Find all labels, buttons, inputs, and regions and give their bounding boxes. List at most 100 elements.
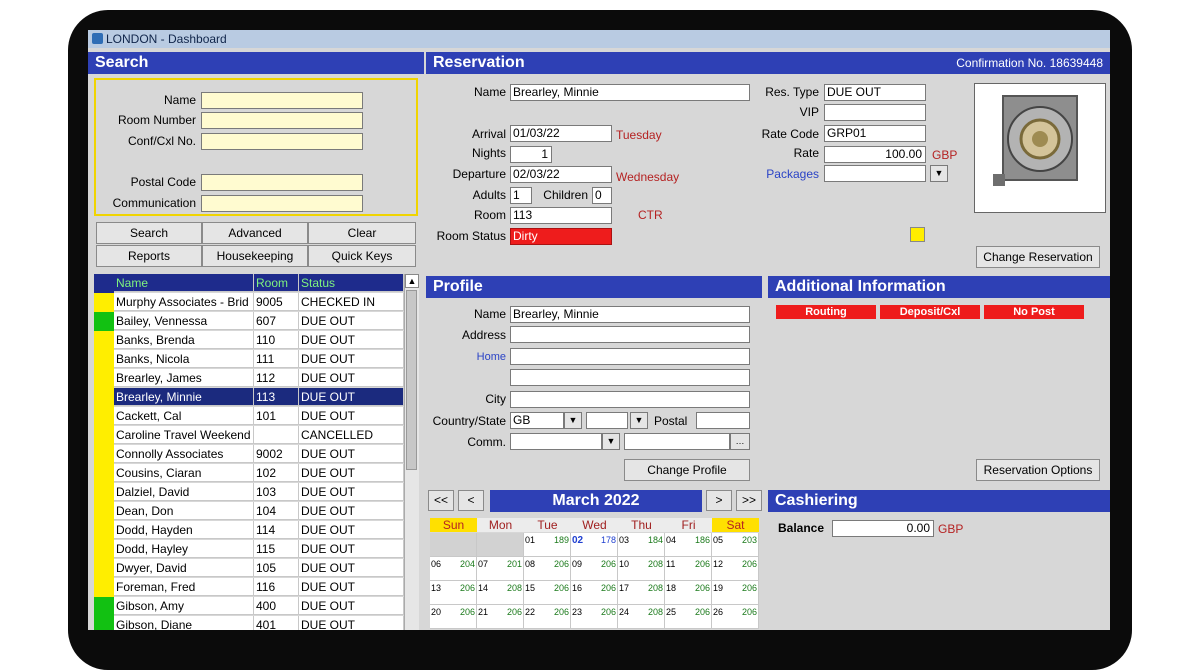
departure-field[interactable]: 02/03/22 xyxy=(510,166,612,183)
rate-code-field[interactable]: GRP01 xyxy=(824,125,926,142)
calendar-first-button[interactable]: << xyxy=(428,490,454,511)
table-row[interactable]: Banks, Brenda 110 DUE OUT xyxy=(94,331,404,350)
packages-label[interactable]: Packages xyxy=(744,167,819,181)
table-row[interactable]: Dodd, Hayley 115 DUE OUT xyxy=(94,540,404,559)
table-row[interactable]: Foreman, Fred 116 DUE OUT xyxy=(94,578,404,597)
packages-field[interactable] xyxy=(824,165,926,182)
reservation-options-button[interactable]: Reservation Options xyxy=(976,459,1100,481)
balance-field[interactable]: 0.00 xyxy=(832,520,934,537)
calendar-day-cell[interactable]: 03 184 xyxy=(618,533,665,557)
packages-dropdown-icon[interactable]: ▼ xyxy=(930,165,948,182)
state-dropdown-icon[interactable]: ▼ xyxy=(630,412,648,429)
postal-field[interactable] xyxy=(696,412,750,429)
calendar-day-cell[interactable]: 19 206 xyxy=(712,581,759,605)
state-field[interactable] xyxy=(586,412,628,429)
calendar-day-cell[interactable]: 06 204 xyxy=(430,557,477,581)
calendar-last-button[interactable]: >> xyxy=(736,490,762,511)
table-row[interactable]: Gibson, Diane 401 DUE OUT xyxy=(94,616,404,630)
table-row[interactable]: Cousins, Ciaran 102 DUE OUT xyxy=(94,464,404,483)
table-row[interactable]: Brearley, James 112 DUE OUT xyxy=(94,369,404,388)
deposit-cxl-tag[interactable]: Deposit/Cxl xyxy=(880,305,980,319)
calendar-day-cell[interactable]: 07 201 xyxy=(477,557,524,581)
calendar-day-cell[interactable]: 25 206 xyxy=(665,605,712,629)
calendar-day-cell[interactable]: 02 178 xyxy=(571,533,618,557)
calendar-day-cell[interactable]: 17 208 xyxy=(618,581,665,605)
home-label[interactable]: Home xyxy=(426,351,506,363)
address-line-2[interactable] xyxy=(510,348,750,365)
communication-input[interactable] xyxy=(201,195,363,212)
calendar-prev-button[interactable]: < xyxy=(458,490,484,511)
table-row[interactable]: Dwyer, David 105 DUE OUT xyxy=(94,559,404,578)
change-reservation-button[interactable]: Change Reservation xyxy=(976,246,1100,268)
table-scrollbar[interactable]: ▲ xyxy=(404,274,419,630)
table-row[interactable]: Cackett, Cal 101 DUE OUT xyxy=(94,407,404,426)
routing-tag[interactable]: Routing xyxy=(776,305,876,319)
reports-button[interactable]: Reports xyxy=(96,245,202,267)
calendar-day-cell[interactable]: 01 189 xyxy=(524,533,571,557)
advanced-button[interactable]: Advanced xyxy=(202,222,308,244)
quick-keys-button[interactable]: Quick Keys xyxy=(308,245,416,267)
calendar-day-cell[interactable]: 13 206 xyxy=(430,581,477,605)
scroll-up-icon[interactable]: ▲ xyxy=(405,274,419,288)
rate-field[interactable]: 100.00 xyxy=(824,146,926,163)
search-name-input[interactable] xyxy=(201,92,363,109)
room-number-input[interactable] xyxy=(201,112,363,129)
calendar-day-cell[interactable]: 21 206 xyxy=(477,605,524,629)
column-status[interactable]: Status xyxy=(299,274,404,292)
country-field[interactable]: GB xyxy=(510,412,564,429)
table-row[interactable]: Murphy Associates - Brid 9005 CHECKED IN xyxy=(94,293,404,312)
calendar-day-cell[interactable]: 15 206 xyxy=(524,581,571,605)
address-line-1[interactable] xyxy=(510,326,750,343)
children-field[interactable]: 0 xyxy=(592,187,612,204)
table-row[interactable]: Caroline Travel Weekend CANCELLED xyxy=(94,426,404,445)
calendar-day-cell[interactable]: 23 206 xyxy=(571,605,618,629)
column-name[interactable]: Name xyxy=(114,274,254,292)
postal-code-input[interactable] xyxy=(201,174,363,191)
comm-dropdown-icon[interactable]: ▼ xyxy=(602,433,620,450)
calendar-day-cell[interactable]: 14 208 xyxy=(477,581,524,605)
comm-type-field[interactable] xyxy=(510,433,602,450)
table-row[interactable]: Bailey, Vennessa 607 DUE OUT xyxy=(94,312,404,331)
nights-field[interactable]: 1 xyxy=(510,146,552,163)
room-status-field[interactable]: Dirty xyxy=(510,228,612,245)
calendar-day-cell[interactable]: 09 206 xyxy=(571,557,618,581)
table-row[interactable]: Connolly Associates 9002 DUE OUT xyxy=(94,445,404,464)
calendar-day-cell[interactable]: 22 206 xyxy=(524,605,571,629)
room-field[interactable]: 113 xyxy=(510,207,612,224)
res-type-field[interactable]: DUE OUT xyxy=(824,84,926,101)
scroll-thumb[interactable] xyxy=(406,290,417,470)
calendar-next-button[interactable]: > xyxy=(706,490,732,511)
comm-value-field[interactable] xyxy=(624,433,730,450)
table-row[interactable]: Banks, Nicola 111 DUE OUT xyxy=(94,350,404,369)
search-button[interactable]: Search xyxy=(96,222,202,244)
clear-button[interactable]: Clear xyxy=(308,222,416,244)
profile-name-field[interactable]: Brearley, Minnie xyxy=(510,306,750,323)
table-row[interactable]: Brearley, Minnie 113 DUE OUT xyxy=(94,388,404,407)
calendar-day-cell[interactable]: 08 206 xyxy=(524,557,571,581)
calendar-day-cell[interactable]: 11 206 xyxy=(665,557,712,581)
column-room[interactable]: Room xyxy=(254,274,299,292)
comm-more-icon[interactable]: … xyxy=(730,433,750,450)
city-field[interactable] xyxy=(510,391,750,408)
calendar-day-cell[interactable]: 12 206 xyxy=(712,557,759,581)
calendar-day-cell[interactable]: 18 206 xyxy=(665,581,712,605)
table-row[interactable]: Gibson, Amy 400 DUE OUT xyxy=(94,597,404,616)
conf-cxl-input[interactable] xyxy=(201,133,363,150)
calendar-day-cell[interactable]: 10 208 xyxy=(618,557,665,581)
calendar-day-cell[interactable]: 16 206 xyxy=(571,581,618,605)
calendar-day-cell[interactable]: 24 208 xyxy=(618,605,665,629)
calendar-day-cell[interactable]: 05 203 xyxy=(712,533,759,557)
country-dropdown-icon[interactable]: ▼ xyxy=(564,412,582,429)
table-row[interactable]: Dean, Don 104 DUE OUT xyxy=(94,502,404,521)
res-name-field[interactable]: Brearley, Minnie xyxy=(510,84,750,101)
table-row[interactable]: Dalziel, David 103 DUE OUT xyxy=(94,483,404,502)
adults-field[interactable]: 1 xyxy=(510,187,532,204)
no-post-tag[interactable]: No Post xyxy=(984,305,1084,319)
vip-field[interactable] xyxy=(824,104,926,121)
address-line-3[interactable] xyxy=(510,369,750,386)
calendar-day-cell[interactable]: 20 206 xyxy=(430,605,477,629)
table-row[interactable]: Dodd, Hayden 114 DUE OUT xyxy=(94,521,404,540)
arrival-field[interactable]: 01/03/22 xyxy=(510,125,612,142)
calendar-day-cell[interactable]: 26 206 xyxy=(712,605,759,629)
change-profile-button[interactable]: Change Profile xyxy=(624,459,750,481)
